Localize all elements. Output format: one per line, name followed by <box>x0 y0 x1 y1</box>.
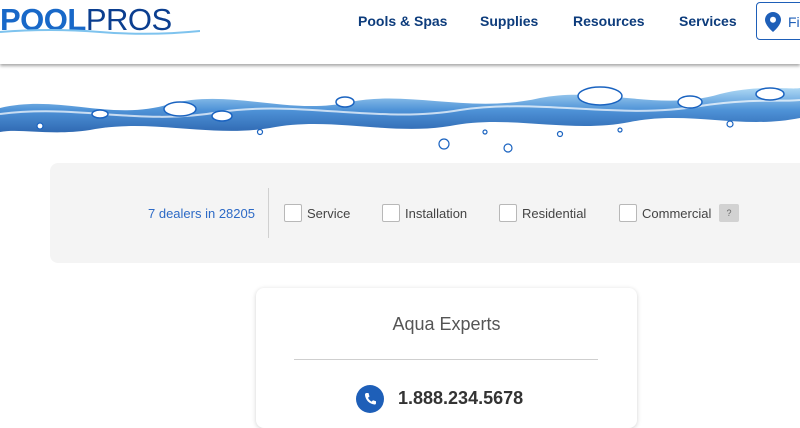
dealer-phone-number[interactable]: 1.888.234.5678 <box>398 388 523 409</box>
site-header: POOLPROS Pools & Spas Supplies Resources… <box>0 0 800 64</box>
card-divider <box>294 359 598 360</box>
filter-residential-checkbox[interactable] <box>499 204 517 222</box>
dealer-card: Aqua Experts 1.888.234.5678 <box>256 288 637 428</box>
filter-residential-label: Residential <box>522 205 587 221</box>
logo-swoosh-icon <box>0 29 200 35</box>
dealer-name[interactable]: Aqua Experts <box>256 314 637 335</box>
dealer-count[interactable]: 7 dealers in 28205 <box>148 206 255 221</box>
filter-installation[interactable]: Installation <box>382 204 467 222</box>
filter-service[interactable]: Service <box>284 204 350 222</box>
filter-commercial[interactable]: Commercial <box>619 204 711 222</box>
water-splash-banner <box>0 86 800 153</box>
location-pin-icon <box>765 12 781 32</box>
filter-service-label: Service <box>307 205 351 221</box>
commercial-help-badge[interactable]: ? <box>719 204 739 222</box>
filter-commercial-checkbox[interactable] <box>619 204 637 222</box>
nav-services[interactable]: Services <box>679 13 737 29</box>
nav-pools-spas[interactable]: Pools & Spas <box>358 13 447 29</box>
find-dealer-label: Fi <box>788 14 800 30</box>
filter-service-checkbox[interactable] <box>284 204 302 222</box>
dealer-filter-bar: 7 dealers in 28205 Service Installation … <box>50 163 800 263</box>
nav-resources[interactable]: Resources <box>573 13 645 29</box>
filter-commercial-label: Commercial <box>642 205 712 221</box>
filter-installation-label: Installation <box>405 205 468 221</box>
filter-installation-checkbox[interactable] <box>382 204 400 222</box>
find-dealer-button[interactable]: Fi <box>756 2 800 40</box>
nav-supplies[interactable]: Supplies <box>480 13 538 29</box>
filter-divider <box>268 188 269 238</box>
filter-residential[interactable]: Residential <box>499 204 586 222</box>
phone-icon <box>356 385 384 413</box>
